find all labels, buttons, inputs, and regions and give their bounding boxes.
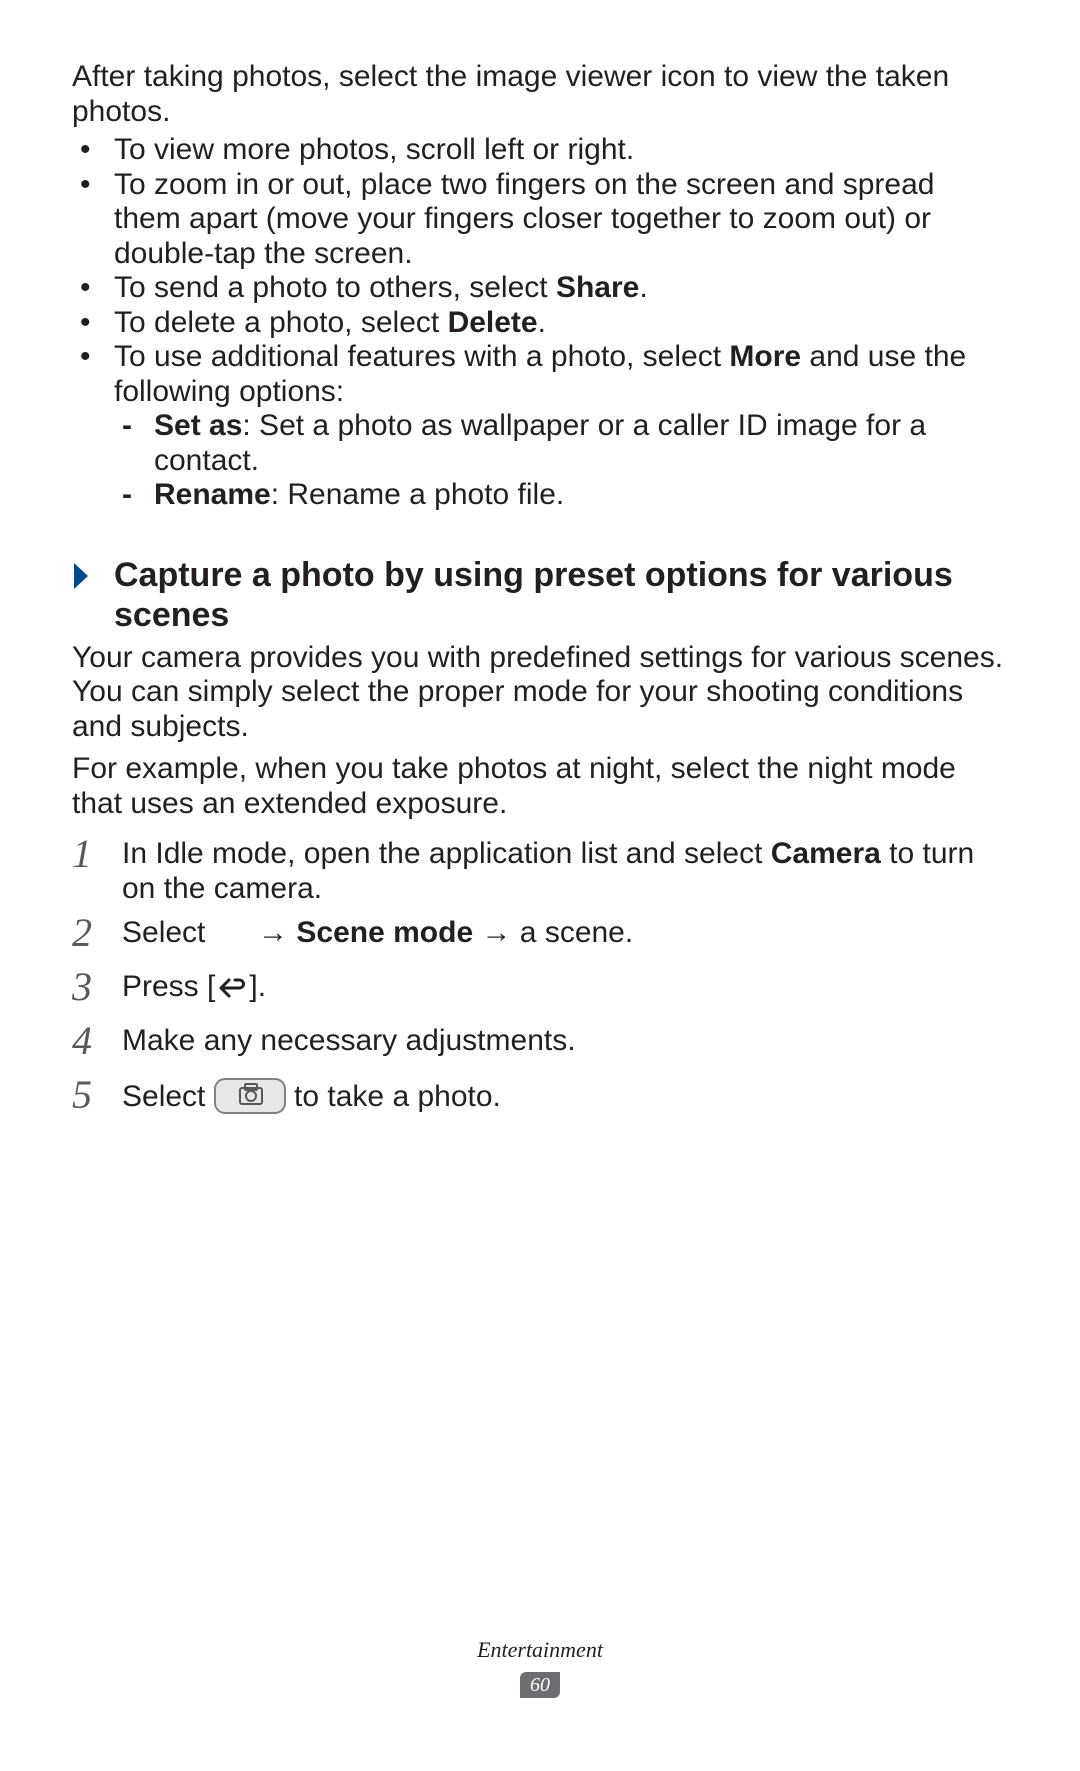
footer-chapter: Entertainment bbox=[0, 1637, 1080, 1662]
list-item: To delete a photo, select Delete. bbox=[72, 306, 1008, 341]
sub-post: : Set a photo as wallpaper or a caller I… bbox=[154, 409, 926, 477]
back-key-icon bbox=[215, 974, 249, 1009]
li-text-post: . bbox=[538, 306, 546, 339]
li-text-post: . bbox=[639, 271, 647, 304]
step-item: In Idle mode, open the application list … bbox=[72, 837, 1008, 906]
sub-post: : Rename a photo file. bbox=[271, 478, 565, 511]
more-options-list: Set as: Set a photo as wallpaper or a ca… bbox=[114, 409, 1008, 513]
step-item: Select → Scene mode → a scene. bbox=[72, 916, 1008, 960]
section-paragraph: For example, when you take photos at nig… bbox=[72, 752, 1008, 821]
camera-shutter-icon bbox=[214, 1078, 286, 1123]
step-text-pre: Select bbox=[122, 1080, 214, 1113]
photo-actions-list: To view more photos, scroll left or righ… bbox=[72, 133, 1008, 513]
section-title: Capture a photo by using preset options … bbox=[100, 555, 1008, 635]
chevron-right-icon bbox=[72, 555, 100, 595]
page-footer: Entertainment 60 bbox=[0, 1637, 1080, 1699]
list-item: Rename: Rename a photo file. bbox=[114, 478, 1008, 513]
sub-bold: Set as bbox=[154, 409, 242, 442]
li-text-pre: To send a photo to others, select bbox=[114, 271, 556, 304]
page-content: After taking photos, select the image vi… bbox=[0, 0, 1080, 1123]
intro-paragraph: After taking photos, select the image vi… bbox=[72, 60, 1008, 129]
step-text-pre: In Idle mode, open the application list … bbox=[122, 837, 771, 870]
list-item: Set as: Set a photo as wallpaper or a ca… bbox=[114, 409, 1008, 478]
sub-bold: Rename bbox=[154, 478, 271, 511]
section-paragraph: Your camera provides you with predefined… bbox=[72, 641, 1008, 745]
step-text: Make any necessary adjustments. bbox=[122, 1024, 576, 1057]
li-text: To view more photos, scroll left or righ… bbox=[114, 133, 634, 166]
list-item: To send a photo to others, select Share. bbox=[72, 271, 1008, 306]
step-text-bold: Camera bbox=[771, 837, 881, 870]
step-text-post: ]. bbox=[249, 970, 266, 1003]
li-text-pre: To use additional features with a photo,… bbox=[114, 340, 729, 373]
step-text-post: to take a photo. bbox=[286, 1080, 501, 1113]
step-text-pre: Press [ bbox=[122, 970, 215, 1003]
li-text-bold: Share bbox=[556, 271, 639, 304]
step-arrow: → bbox=[250, 916, 297, 949]
list-item: To zoom in or out, place two fingers on … bbox=[72, 168, 1008, 272]
li-text-bold: More bbox=[729, 340, 801, 373]
list-item: To view more photos, scroll left or righ… bbox=[72, 133, 1008, 168]
page-number-badge: 60 bbox=[520, 1672, 560, 1698]
step-item: Press []. bbox=[72, 970, 1008, 1014]
step-text-post: → a scene. bbox=[473, 916, 633, 949]
steps-list: In Idle mode, open the application list … bbox=[72, 837, 1008, 1123]
section-heading: Capture a photo by using preset options … bbox=[72, 555, 1008, 635]
step-text-bold: Scene mode bbox=[296, 916, 473, 949]
step-item: Make any necessary adjustments. bbox=[72, 1024, 1008, 1068]
li-text-bold: Delete bbox=[448, 306, 538, 339]
step-item: Select to take a photo. bbox=[72, 1078, 1008, 1123]
step-text-pre: Select bbox=[122, 916, 214, 949]
li-text: To zoom in or out, place two fingers on … bbox=[114, 168, 934, 270]
li-text-pre: To delete a photo, select bbox=[114, 306, 448, 339]
list-item: To use additional features with a photo,… bbox=[72, 340, 1008, 513]
